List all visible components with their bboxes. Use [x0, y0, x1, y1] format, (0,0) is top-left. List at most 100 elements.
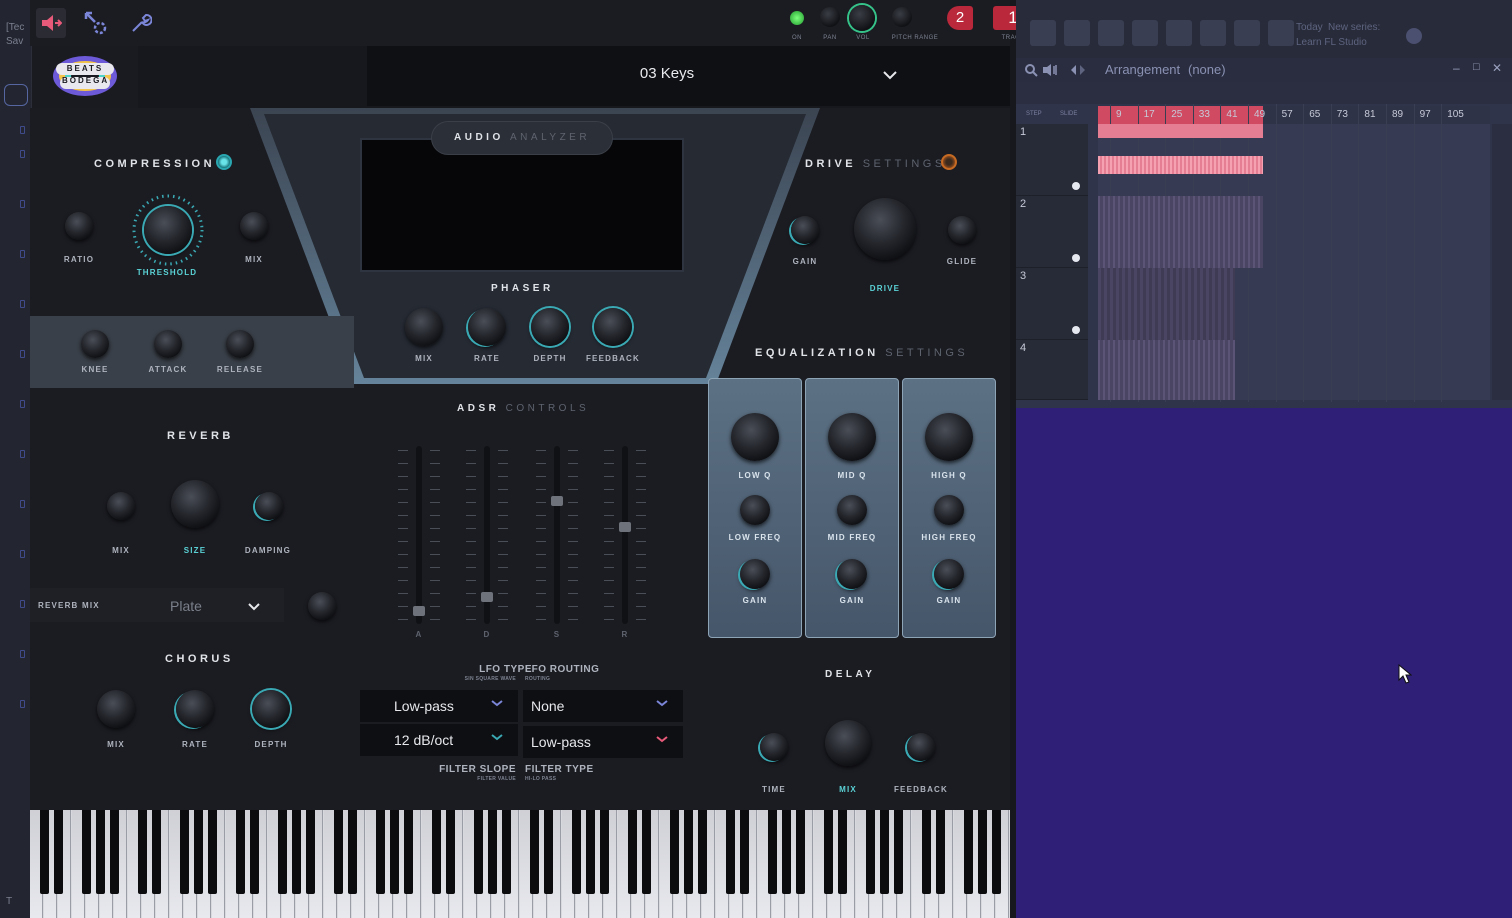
black-key[interactable] — [544, 810, 553, 894]
black-key[interactable] — [586, 810, 595, 894]
on-led-button[interactable] — [790, 11, 804, 25]
adsr-fader-handle[interactable] — [551, 496, 563, 507]
track-header[interactable]: 3 — [1016, 268, 1088, 340]
track-mute-toggle[interactable] — [1072, 326, 1080, 334]
release-knob[interactable] — [226, 330, 254, 358]
globe-icon[interactable] — [1406, 28, 1422, 44]
black-key[interactable] — [82, 810, 91, 894]
wrench-icon[interactable] — [126, 8, 156, 38]
black-key[interactable] — [530, 810, 539, 894]
low-q-knob[interactable] — [731, 413, 779, 461]
black-key[interactable] — [936, 810, 945, 894]
black-key[interactable] — [866, 810, 875, 894]
black-key[interactable] — [250, 810, 259, 894]
black-key[interactable] — [404, 810, 413, 894]
vol-knob[interactable] — [849, 5, 875, 31]
black-key[interactable] — [446, 810, 455, 894]
pitch-range-value[interactable]: 2 — [947, 6, 973, 30]
drive-gain-knob[interactable] — [791, 216, 819, 244]
black-key[interactable] — [992, 810, 1001, 894]
ratio-knob[interactable] — [65, 212, 93, 240]
black-key[interactable] — [180, 810, 189, 894]
filter-type-dropdown[interactable]: Low-pass — [523, 726, 683, 758]
sidebar-folder-icon[interactable] — [20, 650, 25, 658]
black-key[interactable] — [138, 810, 147, 894]
track-header[interactable]: 2 — [1016, 196, 1088, 268]
black-key[interactable] — [502, 810, 511, 894]
pan-knob[interactable] — [820, 7, 840, 27]
black-key[interactable] — [334, 810, 343, 894]
pattern-clip[interactable] — [1098, 340, 1235, 400]
plugin-settings-icon[interactable] — [80, 8, 110, 38]
chorus-depth-knob[interactable] — [252, 690, 290, 728]
black-key[interactable] — [838, 810, 847, 894]
sidebar-folder-icon[interactable] — [20, 350, 25, 358]
low-freq-knob[interactable] — [740, 495, 770, 525]
channel-rack-icon[interactable] — [1098, 20, 1124, 46]
black-key[interactable] — [40, 810, 49, 894]
black-key[interactable] — [306, 810, 315, 894]
black-key[interactable] — [474, 810, 483, 894]
compression-toggle[interactable] — [216, 154, 232, 170]
black-key[interactable] — [110, 810, 119, 894]
magnifier-icon[interactable] — [1024, 63, 1038, 77]
black-key[interactable] — [740, 810, 749, 894]
delay-mix-knob[interactable] — [825, 720, 871, 766]
edison-icon[interactable] — [1234, 20, 1260, 46]
compression-mix-knob[interactable] — [240, 212, 268, 240]
close-icon[interactable]: ✕ — [1492, 61, 1502, 75]
lfo-type-dropdown[interactable]: Low-pass — [360, 690, 518, 722]
black-key[interactable] — [390, 810, 399, 894]
maximize-icon[interactable]: □ — [1473, 61, 1480, 73]
track-header[interactable]: 1 — [1016, 124, 1088, 196]
adsr-fader-handle[interactable] — [413, 605, 425, 616]
mixer-icon[interactable] — [1064, 20, 1090, 46]
black-key[interactable] — [236, 810, 245, 894]
attack-knob[interactable] — [154, 330, 182, 358]
track-header[interactable]: 4 — [1016, 340, 1088, 400]
reverb-damping-knob[interactable] — [255, 492, 283, 520]
black-key[interactable] — [278, 810, 287, 894]
sidebar-folder-icon[interactable] — [20, 500, 25, 508]
black-key[interactable] — [96, 810, 105, 894]
black-key[interactable] — [670, 810, 679, 894]
sidebar-folder-icon[interactable] — [20, 450, 25, 458]
phaser-depth-knob[interactable] — [531, 308, 569, 346]
black-key[interactable] — [572, 810, 581, 894]
playlist-icon[interactable] — [1030, 20, 1056, 46]
sidebar-folder-icon[interactable] — [20, 550, 25, 558]
speaker-arrow-icon[interactable] — [36, 8, 66, 38]
black-key[interactable] — [432, 810, 441, 894]
mid-q-knob[interactable] — [828, 413, 876, 461]
drive-knob[interactable] — [854, 198, 916, 260]
phaser-mix-knob[interactable] — [405, 308, 443, 346]
adsr-fader-handle[interactable] — [619, 521, 631, 532]
piano-keyboard[interactable] — [30, 810, 1010, 918]
sidebar-folder-icon[interactable] — [20, 250, 25, 258]
adsr-fader-handle[interactable] — [481, 592, 493, 603]
audio-clip[interactable] — [1098, 156, 1263, 174]
black-key[interactable] — [628, 810, 637, 894]
black-key[interactable] — [922, 810, 931, 894]
sidebar-folder-icon[interactable] — [20, 700, 25, 708]
preset-selector[interactable]: 03 Keys — [367, 46, 1010, 106]
high-freq-knob[interactable] — [934, 495, 964, 525]
piano-roll-icon[interactable] — [1132, 20, 1158, 46]
sidebar-folder-icon[interactable] — [20, 200, 25, 208]
speaker-icon[interactable] — [1042, 63, 1058, 77]
high-gain-knob[interactable] — [934, 559, 964, 589]
arrows-icon[interactable] — [1070, 63, 1086, 77]
black-key[interactable] — [152, 810, 161, 894]
sidebar-folder-icon[interactable] — [20, 300, 25, 308]
threshold-knob[interactable] — [144, 206, 192, 254]
arrangement-pattern[interactable]: (none) — [1188, 62, 1226, 77]
black-key[interactable] — [796, 810, 805, 894]
high-q-knob[interactable] — [925, 413, 973, 461]
news-learn[interactable]: Learn FL Studio — [1296, 37, 1367, 48]
adsr-fader-track[interactable] — [622, 446, 628, 624]
black-key[interactable] — [824, 810, 833, 894]
chevron-down-icon[interactable] — [244, 596, 264, 616]
mid-freq-knob[interactable] — [837, 495, 867, 525]
black-key[interactable] — [684, 810, 693, 894]
knee-knob[interactable] — [81, 330, 109, 358]
